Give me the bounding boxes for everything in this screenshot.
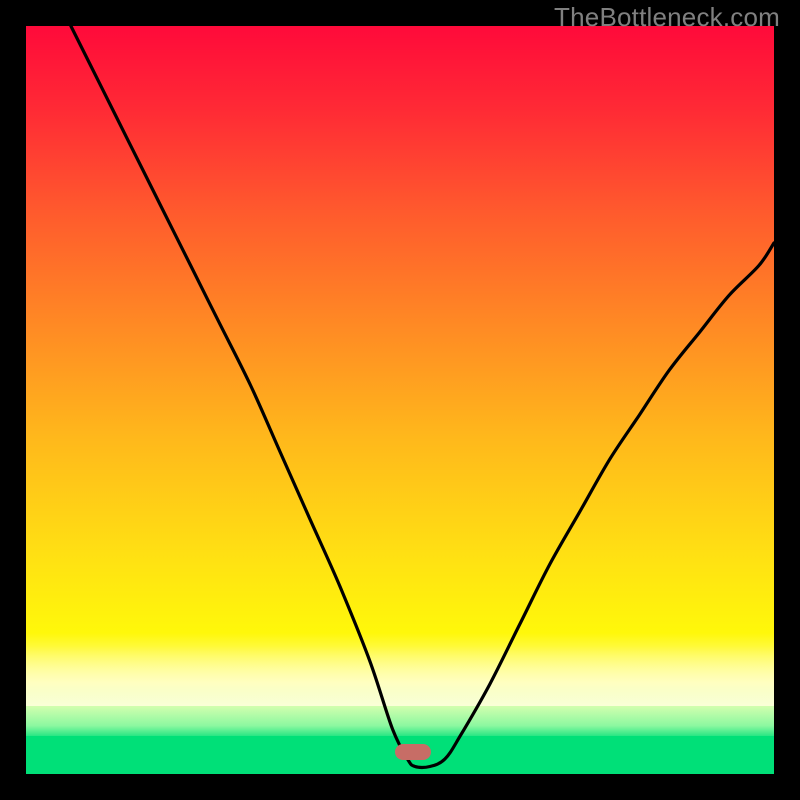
chart-frame: [12, 12, 788, 788]
attribution-text: TheBottleneck.com: [554, 2, 780, 33]
bottleneck-curve-path: [71, 26, 774, 767]
bottleneck-curve-svg: [26, 26, 774, 774]
optimal-point-marker: [395, 744, 431, 760]
chart-plot-area: [26, 26, 774, 774]
